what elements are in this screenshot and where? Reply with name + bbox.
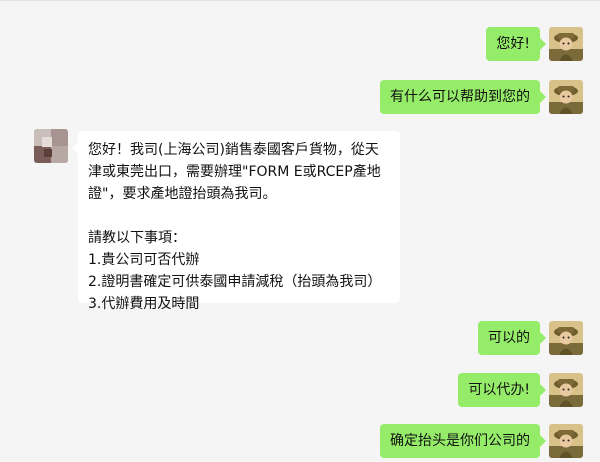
message-line [88,205,390,227]
message-line: 3.代辦費用及時間 [88,296,200,312]
message-line: 1.貴公司可否代辦 [88,252,200,268]
message-bubble-outgoing[interactable]: 可以代办! [458,373,546,407]
my-avatar-icon[interactable] [549,424,583,458]
message-row: 确定抬头是你们公司的 [0,424,600,458]
message-row: 可以代办! [0,373,600,407]
message-bubble-outgoing[interactable]: 您好! [486,27,546,61]
message-bubble-outgoing[interactable]: 可以的 [478,321,546,355]
message-line: 您好！我司(上海公司)銷售泰國客戶貨物，從天 [88,142,379,158]
chat-window: 您好! 有什么可以帮助到您的 您好！我司(上海公司)銷售泰國客戶貨物，從天 津或… [0,0,600,462]
message-line: 2.證明書確定可供泰國申請減稅（抬頭為我司） [88,274,382,290]
message-row: 有什么可以帮助到您的 [0,80,600,114]
message-row: 您好! [0,27,600,61]
message-line: 證"，要求產地證抬頭為我司。 [88,186,277,202]
message-bubble-outgoing[interactable]: 有什么可以帮助到您的 [380,80,546,114]
my-avatar-icon[interactable] [549,80,583,114]
my-avatar-icon[interactable] [549,27,583,61]
my-avatar-icon[interactable] [549,373,583,407]
message-line: 請教以下事項： [88,230,186,246]
message-bubble-incoming[interactable]: 您好！我司(上海公司)銷售泰國客戶貨物，從天 津或東莞出口，需要辦理"FORM … [72,131,400,312]
message-line: 津或東莞出口，需要辦理"FORM E或RCEP產地 [88,164,381,180]
divider [0,0,600,1]
message-row: 您好！我司(上海公司)銷售泰國客戶貨物，從天 津或東莞出口，需要辦理"FORM … [0,129,600,312]
message-bubble-outgoing[interactable]: 确定抬头是你们公司的 [380,424,546,458]
my-avatar-icon[interactable] [549,321,583,355]
message-row: 可以的 [0,321,600,355]
their-avatar-icon[interactable] [34,129,68,163]
